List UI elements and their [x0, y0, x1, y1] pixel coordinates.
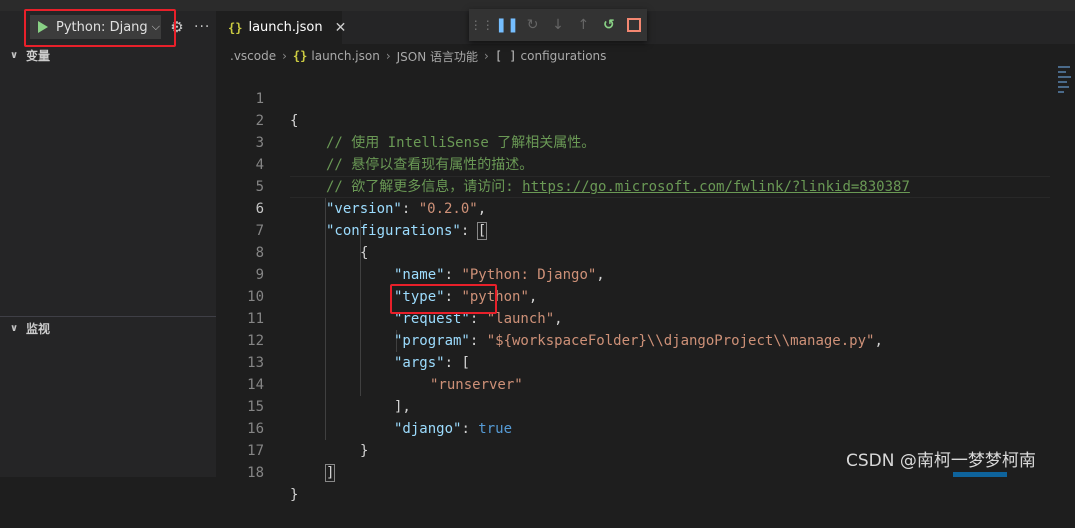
line-content: } — [290, 484, 298, 506]
tab-label: launch.json — [248, 20, 323, 35]
code-line: 17 ] — [216, 418, 1075, 482]
breadcrumb-symbol[interactable]: configurations — [521, 49, 607, 63]
step-out-icon[interactable]: ↑ — [571, 9, 596, 41]
watch-title: 监视 — [26, 321, 51, 336]
code-line: 1 { — [216, 66, 1075, 129]
array-symbol-icon: [ ] — [494, 49, 517, 63]
stop-icon[interactable] — [622, 9, 647, 41]
minimap[interactable] — [1058, 66, 1072, 102]
token: } — [290, 487, 299, 503]
status-accent — [953, 472, 1007, 477]
code-line: 12 "args": [ — [216, 308, 1075, 371]
breadcrumb-language[interactable]: JSON 语言功能 — [397, 48, 478, 65]
restart-icon[interactable]: ↺ — [596, 9, 621, 41]
breadcrumb-folder[interactable]: .vscode — [230, 49, 276, 63]
drag-handle-icon[interactable]: ⋮⋮ — [469, 9, 494, 41]
watermark-text: CSDN @南柯一梦梦柯南 — [846, 451, 1036, 471]
pause-icon[interactable]: ❚❚ — [494, 9, 519, 41]
ellipsis-icon[interactable]: ··· — [194, 17, 210, 37]
debug-sidebar: Python: Djang ⌵ ⚙ ··· ∨ 变量 ∨ 监视 — [0, 11, 216, 477]
json-file-icon: {} — [228, 20, 243, 35]
code-line: 9 "type": "python", — [216, 242, 1075, 305]
code-line: 3 // 悬停以查看现有属性的描述。 — [216, 110, 1075, 173]
debug-toolbar: ⋮⋮ ❚❚ ↻ ↓ ↑ ↺ — [469, 9, 647, 41]
json-file-icon: {} — [292, 49, 308, 63]
variables-section-header[interactable]: ∨ 变量 — [0, 44, 216, 66]
variables-title: 变量 — [26, 48, 51, 63]
code-editor[interactable]: 1 { 2 // 使用 IntelliSense 了解相关属性。 3 // 悬停… — [216, 66, 1075, 503]
code-line: 15 "django": true — [216, 374, 1075, 437]
code-line: 5 "version": "0.2.0", — [216, 154, 1075, 217]
chevron-right-icon: › — [484, 49, 489, 63]
code-line: 6 "configurations": [ — [216, 176, 1075, 240]
chevron-right-icon: › — [282, 49, 287, 63]
code-line: 13 "runserver" — [216, 330, 1075, 393]
code-line: 16 } — [216, 396, 1075, 459]
code-line: 4 // 欲了解更多信息，请访问: https://go.microsoft.c… — [216, 132, 1075, 195]
breadcrumb-file[interactable]: launch.json — [311, 49, 379, 63]
code-line: 11 "program": "${workspaceFolder}\\djang… — [216, 286, 1075, 349]
highlight-box-program-key — [390, 284, 497, 314]
chevron-down-icon: ∨ — [10, 322, 19, 334]
chevron-down-icon: ∨ — [10, 49, 19, 61]
step-into-icon[interactable]: ↓ — [545, 9, 570, 41]
code-line: 2 // 使用 IntelliSense 了解相关属性。 — [216, 88, 1075, 151]
watch-section-header[interactable]: ∨ 监视 — [0, 317, 216, 339]
tab-launch-json[interactable]: {} launch.json ✕ — [216, 11, 346, 44]
code-line: 7 { — [216, 198, 1075, 261]
close-icon[interactable]: ✕ — [335, 20, 347, 36]
step-over-icon[interactable]: ↻ — [520, 9, 545, 41]
code-line: 8 "name": "Python: Django", — [216, 220, 1075, 283]
chevron-right-icon: › — [385, 49, 391, 63]
bracket-match: ] — [324, 464, 336, 482]
line-content: ] — [324, 462, 336, 484]
line-number: 18 — [247, 465, 264, 481]
highlight-box-run-config — [24, 9, 176, 47]
code-line: 10 "request": "launch", — [216, 264, 1075, 327]
code-line: 14 ], — [216, 352, 1075, 415]
breadcrumb: .vscode › {} launch.json › JSON 语言功能 › [… — [230, 46, 606, 66]
